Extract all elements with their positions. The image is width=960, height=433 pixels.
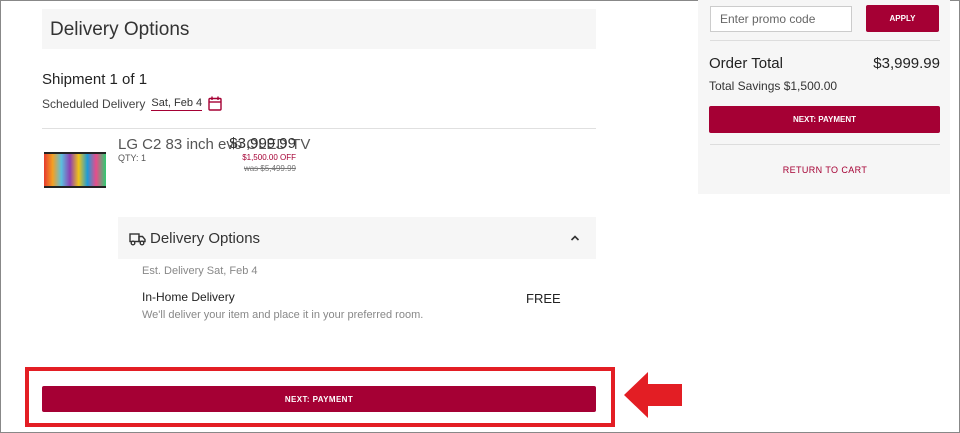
scheduled-label: Scheduled Delivery <box>42 96 146 111</box>
divider <box>42 128 596 129</box>
next-payment-button[interactable]: NEXT: PAYMENT <box>42 386 596 412</box>
delivery-options-header: Delivery Options <box>42 9 596 49</box>
order-total-label: Order Total <box>709 55 783 72</box>
scheduled-delivery: Scheduled Delivery Sat, Feb 4 <box>42 96 222 111</box>
return-to-cart-link[interactable]: RETURN TO CART <box>710 165 940 175</box>
delivery-price: FREE <box>526 291 561 306</box>
divider <box>710 144 940 145</box>
price-block: $3,999.99 $1,500.00 OFF was $5,499.99 <box>229 135 296 173</box>
scheduled-date[interactable]: Sat, Feb 4 <box>151 97 203 111</box>
was-price: was $5,499.99 <box>243 164 296 173</box>
delivery-description: We'll deliver your item and place it in … <box>142 309 424 321</box>
calendar-icon[interactable] <box>208 96 222 111</box>
order-summary-panel: APPLY Order Total $3,999.99 Total Saving… <box>698 0 950 194</box>
red-arrow-annotation <box>622 370 684 420</box>
total-savings: Total Savings $1,500.00 <box>709 79 838 93</box>
promo-code-input[interactable] <box>710 6 852 32</box>
shipment-label: Shipment 1 of 1 <box>42 71 148 88</box>
product-price: $3,999.99 <box>229 135 296 152</box>
sidebar-next-payment-button[interactable]: NEXT: PAYMENT <box>709 106 940 133</box>
product-qty: QTY: 1 <box>118 153 147 163</box>
apply-button[interactable]: APPLY <box>866 5 939 32</box>
discount-amount: $1,500.00 OFF <box>242 153 296 162</box>
order-total-value: $3,999.99 <box>873 55 940 72</box>
section-title: Delivery Options <box>50 19 190 40</box>
estimated-delivery: Est. Delivery Sat, Feb 4 <box>142 265 258 277</box>
chevron-up-icon[interactable] <box>570 231 580 245</box>
delivery-options-title: Delivery Options <box>150 230 261 247</box>
delivery-method: In-Home Delivery <box>142 290 235 304</box>
checkout-main: Delivery Options Shipment 1 of 1 Schedul… <box>0 0 682 433</box>
product-image <box>44 152 106 188</box>
truck-icon <box>129 232 146 246</box>
delivery-options-accordion[interactable]: Delivery Options <box>118 217 596 259</box>
divider <box>710 40 940 41</box>
